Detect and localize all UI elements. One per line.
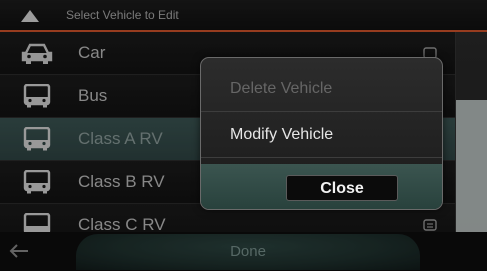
delete-vehicle-option[interactable]: Delete Vehicle — [201, 66, 442, 112]
popup-footer: Close — [201, 164, 442, 209]
close-button[interactable]: Close — [286, 175, 398, 201]
modify-vehicle-option[interactable]: Modify Vehicle — [201, 112, 442, 158]
vehicle-options-popup: Delete Vehicle Modify Vehicle Close — [200, 57, 443, 210]
